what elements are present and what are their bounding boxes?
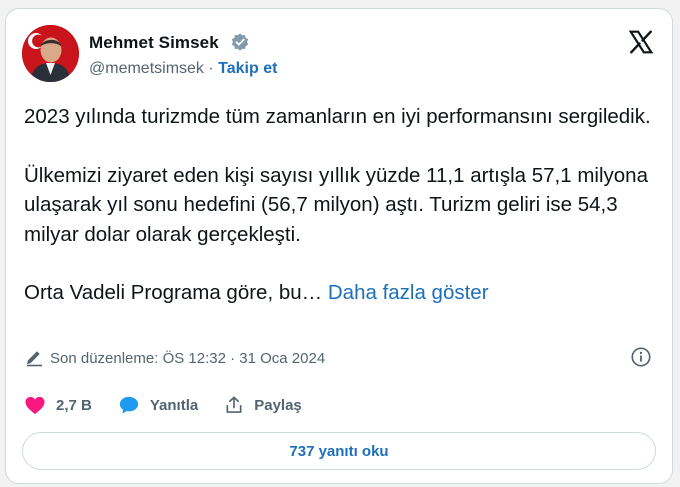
avatar[interactable] (22, 25, 79, 82)
share-icon (226, 396, 242, 413)
show-more-link[interactable]: Daha fazla göster (328, 281, 489, 304)
heart-icon (25, 396, 45, 415)
tweet-card: Mehmet Simsek @memetsimsek · Takip et 20… (5, 8, 673, 484)
x-logo-icon[interactable] (628, 29, 654, 55)
truncated-text: Orta Vadeli Programa göre, bu… (24, 281, 323, 304)
speech-bubble-icon (119, 396, 138, 414)
tweet-paragraph: 2023 yılında turizmde tüm zamanların en … (24, 105, 651, 128)
action-bar: 2,7 B Yanıtla Paylaş (24, 395, 328, 415)
tweet-paragraph: Ülkemizi ziyaret eden kişi sayısı yıllık… (24, 163, 648, 246)
author-name[interactable]: Mehmet Simsek (89, 33, 219, 53)
info-icon[interactable] (630, 346, 652, 368)
verified-badge-icon (231, 33, 249, 51)
edited-label: Son düzenleme: ÖS 12:32 · 31 Oca 2024 (50, 349, 326, 367)
tweet-paragraph-truncated: Orta Vadeli Programa göre, bu… Daha fazl… (24, 278, 664, 308)
handle-separator: · (208, 60, 214, 77)
pencil-icon (27, 351, 42, 367)
follow-button[interactable]: Takip et (218, 60, 277, 77)
edited-info[interactable]: Son düzenleme: ÖS 12:32 · 31 Oca 2024 (24, 349, 325, 367)
read-replies-button[interactable]: 737 yanıtı oku (22, 432, 656, 470)
author-handle[interactable]: @memetsimsek (89, 60, 204, 77)
like-button[interactable]: 2,7 B (24, 395, 92, 415)
reply-button[interactable]: Yanıtla (118, 395, 198, 415)
like-count: 2,7 B (56, 396, 92, 414)
share-button[interactable]: Paylaş (224, 395, 302, 415)
reply-label: Yanıtla (149, 396, 199, 414)
handle-row: @memetsimsek · Takip et (89, 60, 277, 78)
share-label: Paylaş (254, 396, 302, 414)
tweet-text: 2023 yılında turizmde tüm zamanların en … (24, 102, 664, 337)
